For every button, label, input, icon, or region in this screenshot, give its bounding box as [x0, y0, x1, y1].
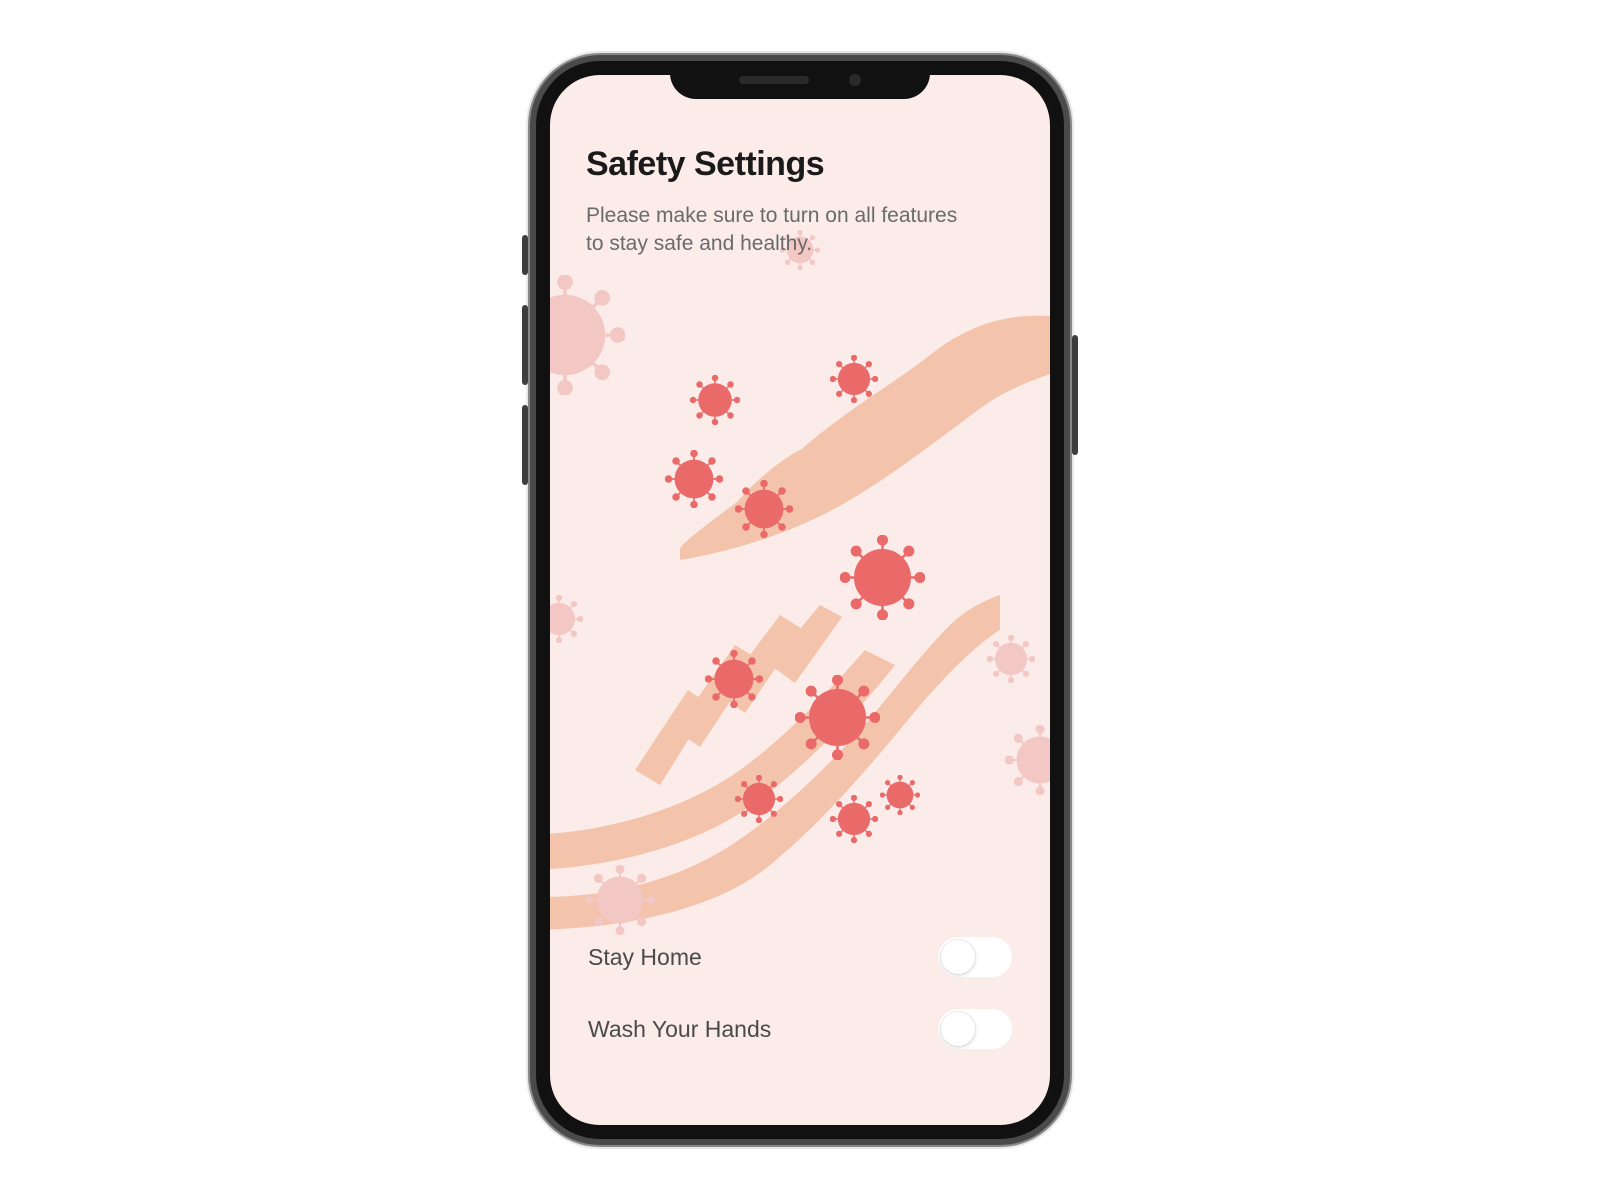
power-button: [1072, 335, 1078, 455]
virus-icon: [830, 795, 878, 843]
setting-row-stay-home: Stay Home: [588, 921, 1012, 993]
toggle-wash-hands[interactable]: [938, 1009, 1012, 1049]
settings-list: Stay Home Wash Your Hands: [550, 921, 1050, 1065]
virus-icon: [880, 775, 920, 815]
setting-row-wash-hands: Wash Your Hands: [588, 993, 1012, 1065]
virus-icon: [987, 635, 1035, 683]
toggle-stay-home[interactable]: [938, 937, 1012, 977]
virus-icon: [690, 375, 740, 425]
virus-icon: [705, 650, 763, 708]
setting-label: Wash Your Hands: [588, 1016, 771, 1043]
phone-notch: [670, 61, 930, 99]
virus-icon: [550, 275, 625, 395]
virus-icon: [735, 775, 783, 823]
setting-label: Stay Home: [588, 944, 702, 971]
virus-icon: [735, 480, 793, 538]
volume-down-button: [522, 405, 528, 485]
front-camera: [849, 74, 861, 86]
virus-icon: [840, 535, 925, 620]
virus-icon: [830, 355, 878, 403]
volume-up-button: [522, 305, 528, 385]
page-title: Safety Settings: [586, 145, 1014, 184]
phone-frame: Safety Settings Please make sure to turn…: [530, 55, 1070, 1145]
toggle-knob: [941, 940, 975, 974]
speaker-grille: [739, 76, 809, 84]
virus-icon: [795, 675, 880, 760]
virus-icon: [1005, 725, 1050, 795]
toggle-knob: [941, 1012, 975, 1046]
virus-icon: [550, 595, 583, 643]
virus-icon: [665, 450, 723, 508]
hand-icon: [680, 300, 1050, 580]
phone-bezel: Safety Settings Please make sure to turn…: [536, 61, 1064, 1139]
page-subtitle: Please make sure to turn on all features…: [586, 202, 966, 259]
mute-switch: [522, 235, 528, 275]
hand-icon: [550, 595, 1000, 935]
app-screen: Safety Settings Please make sure to turn…: [550, 75, 1050, 1125]
